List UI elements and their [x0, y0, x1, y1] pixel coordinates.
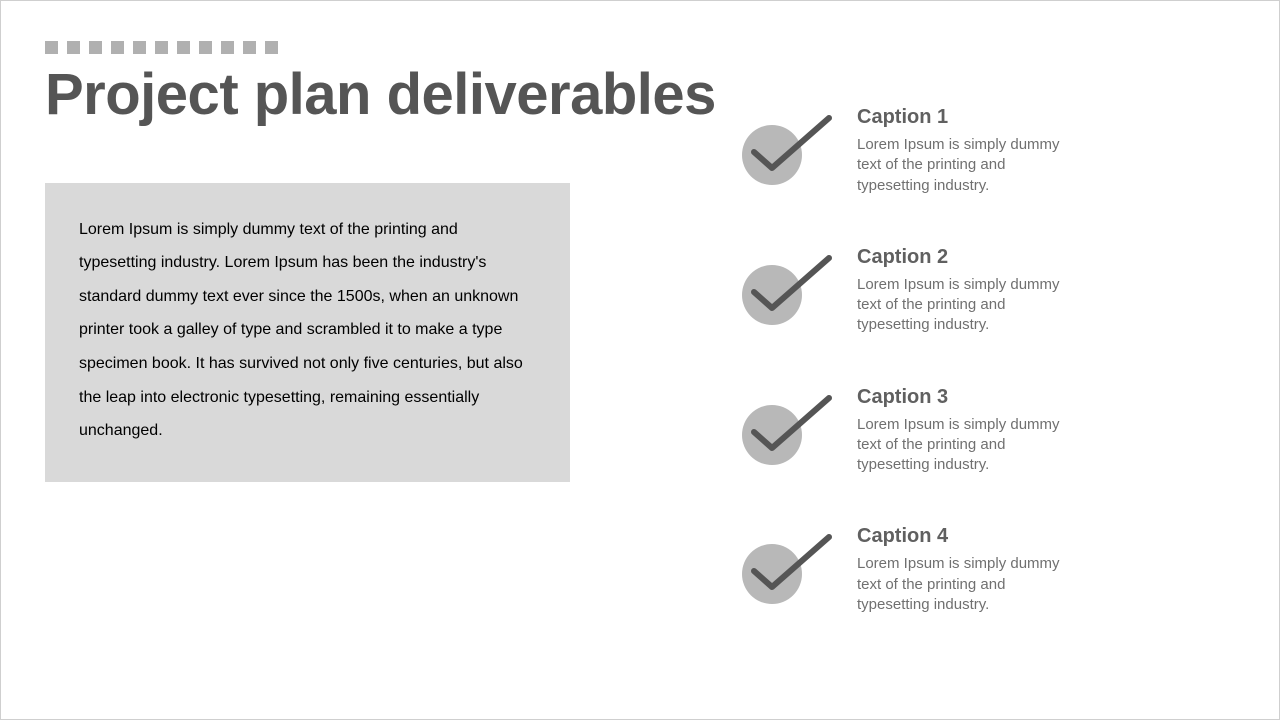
checkmark-icon [729, 106, 839, 190]
item-title: Caption 4 [857, 525, 1069, 548]
item-text: Caption 1 Lorem Ipsum is simply dummy te… [839, 106, 1069, 196]
item-body: Lorem Ipsum is simply dummy text of the … [857, 554, 1069, 615]
description-text: Lorem Ipsum is simply dummy text of the … [79, 213, 536, 448]
decorative-dots [45, 41, 1235, 54]
item-title: Caption 1 [857, 106, 1069, 129]
item-text: Caption 3 Lorem Ipsum is simply dummy te… [839, 386, 1069, 476]
slide: Project plan deliverables Lorem Ipsum is… [0, 0, 1280, 720]
checkmark-icon [729, 246, 839, 330]
item-title: Caption 3 [857, 386, 1069, 409]
item-body: Lorem Ipsum is simply dummy text of the … [857, 415, 1069, 476]
item-text: Caption 4 Lorem Ipsum is simply dummy te… [839, 525, 1069, 615]
list-item: Caption 2 Lorem Ipsum is simply dummy te… [729, 246, 1229, 336]
item-body: Lorem Ipsum is simply dummy text of the … [857, 135, 1069, 196]
item-text: Caption 2 Lorem Ipsum is simply dummy te… [839, 246, 1069, 336]
list-item: Caption 4 Lorem Ipsum is simply dummy te… [729, 525, 1229, 615]
description-box: Lorem Ipsum is simply dummy text of the … [45, 183, 570, 482]
list-item: Caption 1 Lorem Ipsum is simply dummy te… [729, 106, 1229, 196]
checkmark-icon [729, 525, 839, 609]
item-title: Caption 2 [857, 246, 1069, 269]
item-body: Lorem Ipsum is simply dummy text of the … [857, 275, 1069, 336]
deliverables-list: Caption 1 Lorem Ipsum is simply dummy te… [729, 106, 1229, 665]
checkmark-icon [729, 386, 839, 470]
list-item: Caption 3 Lorem Ipsum is simply dummy te… [729, 386, 1229, 476]
